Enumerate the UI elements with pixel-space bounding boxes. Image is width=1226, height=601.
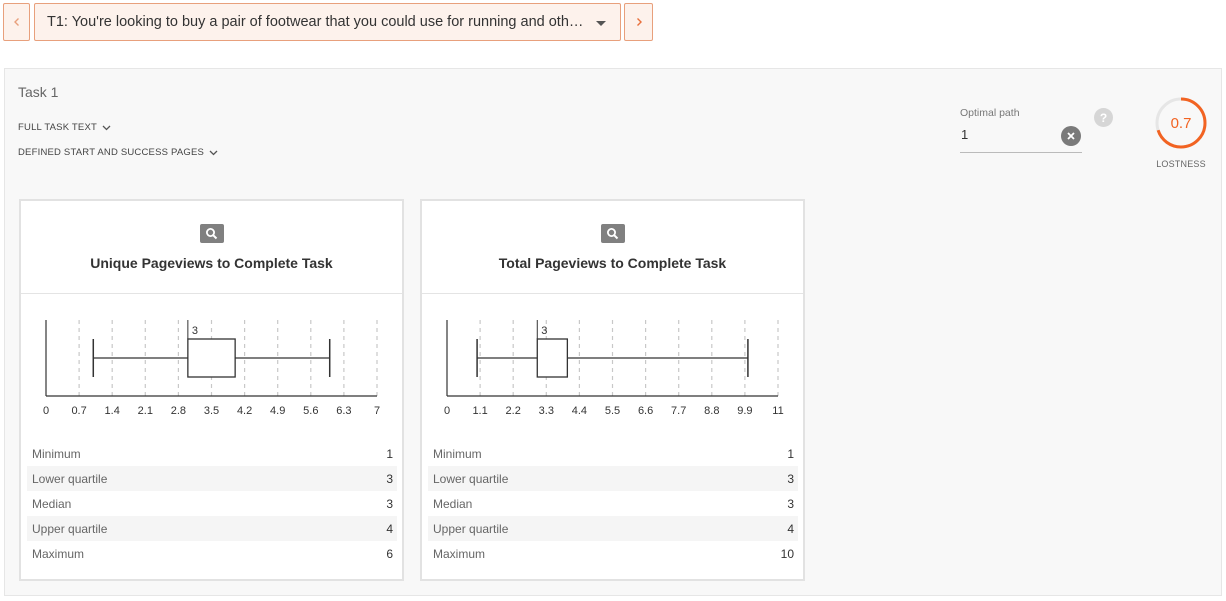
stat-label: Upper quartile <box>433 521 509 536</box>
zoom-button[interactable] <box>600 224 625 243</box>
box-plot: 0 1.1 2.2 3.3 4.4 5.5 6.6 7.7 8.8 9.9 11 3 <box>444 320 784 417</box>
x-tick-label: 4.2 <box>237 405 252 417</box>
stats-table: Minimum 1 Lower quartile 3 Median 3 Upper q… <box>27 441 397 566</box>
x-tick-label: 1.1 <box>472 405 487 417</box>
lostness-value: 0.7 <box>1170 114 1192 132</box>
stat-label: Maximum <box>32 546 85 561</box>
stat-label: Lower quartile <box>433 471 509 486</box>
stat-value: 6 <box>386 546 393 561</box>
stat-row-upper-quartile: Upper quartile 4 <box>428 516 798 541</box>
chevron-down-icon <box>102 125 111 130</box>
full-task-text-label: FULL TASK TEXT <box>18 122 97 133</box>
x-tick-label: 5.6 <box>303 405 318 417</box>
x-tick-label: 0 <box>444 405 450 417</box>
stat-row-upper-quartile: Upper quartile 4 <box>27 516 397 541</box>
card-title: Unique Pageviews to Complete Task <box>90 255 333 271</box>
x-tick-label: 7 <box>374 405 380 417</box>
stat-label: Minimum <box>32 446 81 461</box>
task-select-dropdown[interactable]: T1: You're looking to buy a pair of foot… <box>34 3 621 41</box>
stat-row-minimum: Minimum 1 <box>428 441 798 466</box>
x-tick-label: 0.7 <box>71 405 86 417</box>
optimal-path-value: 1 <box>961 127 969 142</box>
task-title: Task 1 <box>18 84 59 100</box>
x-tick-label: 2.2 <box>506 405 521 417</box>
median-label: 3 <box>541 325 547 337</box>
x-tick-label: 6.3 <box>336 405 351 417</box>
stat-row-median: Median 3 <box>27 491 397 516</box>
defined-pages-toggle[interactable]: DEFINED START AND SUCCESS PAGES <box>18 147 218 158</box>
x-tick-label: 6.6 <box>638 405 653 417</box>
x-tick-label: 11 <box>772 405 783 417</box>
chevron-down-icon <box>209 150 218 155</box>
stat-label: Lower quartile <box>32 471 108 486</box>
x-tick-label: 5.5 <box>605 405 620 417</box>
stat-value: 1 <box>787 446 794 461</box>
total-pageviews-card: Total Pageviews to Complete Task 0 1.1 2.2… <box>420 199 805 581</box>
x-tick-label: 3.5 <box>204 405 219 417</box>
next-task-button[interactable] <box>624 3 653 41</box>
stat-row-lower-quartile: Lower quartile 3 <box>27 466 397 491</box>
stat-value: 3 <box>787 496 794 511</box>
stat-value: 3 <box>386 496 393 511</box>
chevron-right-icon <box>636 18 642 26</box>
lostness-label: LOSTNESS <box>1156 159 1206 169</box>
x-tick-label: 4.9 <box>270 405 285 417</box>
stat-value: 3 <box>386 471 393 486</box>
stat-value: 4 <box>386 521 393 536</box>
stat-value: 4 <box>787 521 794 536</box>
quartile-box <box>187 338 236 378</box>
stat-row-median: Median 3 <box>428 491 798 516</box>
x-tick-label: 9.9 <box>737 405 752 417</box>
stat-row-maximum: Maximum 10 <box>428 541 798 566</box>
card-header: Unique Pageviews to Complete Task <box>21 201 402 294</box>
optimal-path-input[interactable]: 1 <box>960 123 1082 153</box>
stat-label: Median <box>32 496 72 511</box>
x-tick-label: 1.4 <box>105 405 120 417</box>
stat-value: 3 <box>787 471 794 486</box>
x-tick-label: 2.8 <box>171 405 186 417</box>
stat-value: 10 <box>780 546 794 561</box>
median-label: 3 <box>192 325 198 337</box>
stat-row-maximum: Maximum 6 <box>27 541 397 566</box>
x-tick-label: 7.7 <box>671 405 686 417</box>
stat-label: Maximum <box>433 546 486 561</box>
magnifier-icon <box>206 228 218 240</box>
stat-row-lower-quartile: Lower quartile 3 <box>428 466 798 491</box>
x-tick-label: 2.1 <box>138 405 153 417</box>
stat-label: Median <box>433 496 473 511</box>
clear-optimal-path-button[interactable] <box>1061 126 1081 146</box>
close-icon <box>1067 132 1075 140</box>
help-icon[interactable]: ? <box>1094 108 1113 127</box>
task-select-value: T1: You're looking to buy a pair of foot… <box>47 14 587 30</box>
box-plot: 0 0.7 1.4 2.1 2.8 3.5 4.2 4.9 5.6 6.3 7 3 <box>43 320 380 417</box>
x-tick-label: 0 <box>43 405 49 417</box>
caret-down-icon <box>596 21 606 26</box>
stats-table: Minimum 1 Lower quartile 3 Median 3 Upper q… <box>428 441 798 566</box>
card-header: Total Pageviews to Complete Task <box>422 201 803 294</box>
defined-pages-label: DEFINED START AND SUCCESS PAGES <box>18 147 205 158</box>
optimal-path-label: Optimal path <box>960 107 1020 119</box>
quartile-box <box>536 338 569 378</box>
stat-value: 1 <box>386 446 393 461</box>
chevron-left-icon <box>13 18 19 26</box>
magnifier-icon <box>607 228 619 240</box>
stat-row-minimum: Minimum 1 <box>27 441 397 466</box>
stat-label: Minimum <box>433 446 482 461</box>
x-tick-label: 3.3 <box>539 405 554 417</box>
zoom-button[interactable] <box>199 224 224 243</box>
x-tick-label: 8.8 <box>704 405 719 417</box>
card-title: Total Pageviews to Complete Task <box>498 255 727 271</box>
stat-label: Upper quartile <box>32 521 108 536</box>
previous-task-button[interactable] <box>3 3 30 41</box>
full-task-text-toggle[interactable]: FULL TASK TEXT <box>18 122 111 133</box>
unique-pageviews-card: Unique Pageviews to Complete Task 0 0.7 1.… <box>19 199 404 581</box>
x-tick-label: 4.4 <box>572 405 587 417</box>
